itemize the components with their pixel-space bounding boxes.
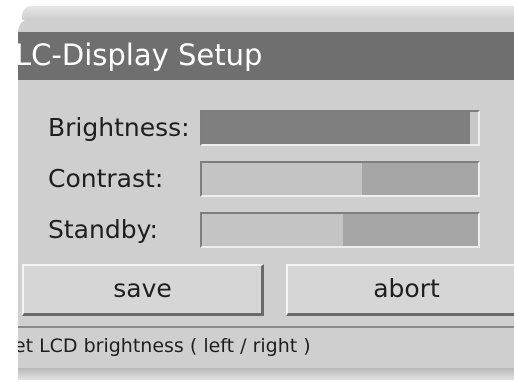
contrast-slider-remainder [362, 163, 478, 195]
contrast-slider-fill [202, 163, 363, 195]
title-bar: LC-Display Setup [18, 32, 514, 80]
status-hint: set LCD brightness ( left / right ) [18, 335, 311, 357]
setup-dialog: LC-Display Setup Brightness: Contrast: S… [18, 18, 514, 380]
brightness-slider-fill [202, 112, 470, 144]
brightness-label: Brightness: [48, 113, 190, 142]
brightness-slider[interactable] [200, 110, 480, 146]
lcd-setup-screen: LC-Display Setup Brightness: Contrast: S… [0, 0, 514, 382]
abort-button[interactable]: abort [286, 264, 514, 316]
save-button[interactable]: save [22, 264, 264, 316]
standby-slider-remainder [342, 214, 478, 246]
dialog-title: LC-Display Setup [18, 38, 263, 72]
standby-slider[interactable] [200, 212, 480, 248]
standby-slider-fill [202, 214, 343, 246]
brightness-slider-remainder [469, 112, 478, 144]
contrast-slider[interactable] [200, 161, 480, 197]
bottom-frame-edge [18, 368, 514, 380]
contrast-label: Contrast: [48, 164, 164, 193]
status-divider [18, 326, 514, 328]
standby-label: Standby: [48, 215, 158, 244]
